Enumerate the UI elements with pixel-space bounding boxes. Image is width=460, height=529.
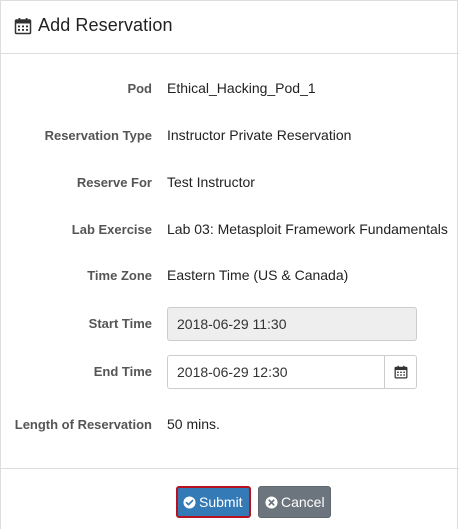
- check-circle-icon: [183, 495, 196, 509]
- calendar-icon: [14, 18, 32, 35]
- panel-header: Add Reservation: [1, 1, 459, 54]
- page-title: Add Reservation: [38, 15, 173, 35]
- calendar-icon: [394, 365, 407, 379]
- times-circle-icon: [265, 495, 278, 509]
- cancel-button[interactable]: Cancel: [258, 486, 331, 518]
- cancel-button-label: Cancel: [281, 494, 325, 510]
- lab-exercise-value: Lab 03: Metasploit Framework Fundamental…: [167, 221, 448, 237]
- lab-exercise-label: Lab Exercise: [71, 222, 152, 237]
- reserve-for-label: Reserve For: [76, 175, 152, 190]
- submit-button[interactable]: Submit: [176, 486, 251, 518]
- end-time-label: End Time: [93, 364, 152, 379]
- length-value: 50 mins.: [167, 416, 220, 432]
- reserve-for-value: Test Instructor: [167, 174, 255, 190]
- time-zone-label: Time Zone: [87, 268, 152, 283]
- length-label: Length of Reservation: [14, 417, 152, 432]
- time-zone-value: Eastern Time (US & Canada): [167, 267, 349, 283]
- end-time-input[interactable]: 2018-06-29 12:30: [167, 355, 385, 389]
- pod-label: Pod: [127, 81, 152, 96]
- start-time-label: Start Time: [88, 316, 152, 331]
- add-reservation-panel: Add Reservation Pod Ethical_Hacking_Pod_…: [0, 0, 459, 529]
- submit-button-label: Submit: [199, 494, 243, 510]
- pod-value: Ethical_Hacking_Pod_1: [167, 80, 316, 96]
- start-time-input: 2018-06-29 11:30: [167, 307, 417, 341]
- reservation-type-value: Instructor Private Reservation: [167, 127, 352, 143]
- end-time-calendar-button[interactable]: [384, 355, 417, 389]
- reservation-type-label: Reservation Type: [44, 128, 152, 143]
